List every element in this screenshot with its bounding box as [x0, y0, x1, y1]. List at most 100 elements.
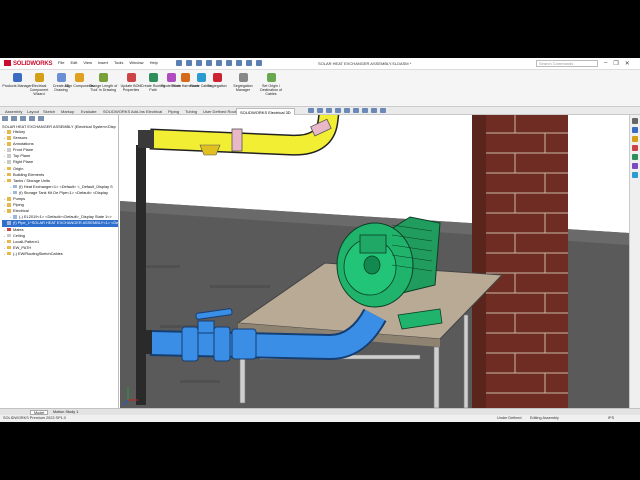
open-icon[interactable] — [196, 60, 202, 66]
select-icon[interactable] — [236, 60, 242, 66]
tab-evaluate[interactable]: Evaluate — [78, 108, 100, 115]
units-selector[interactable]: IPS — [608, 415, 614, 422]
menu-file[interactable]: File — [58, 60, 64, 65]
tab-piping[interactable]: Piping — [165, 108, 182, 115]
electrical-icon[interactable] — [632, 172, 638, 178]
task-pane — [629, 115, 640, 408]
home-icon[interactable] — [176, 60, 182, 66]
tree-item-label: Sensors — [13, 135, 28, 141]
solidworks-logo[interactable]: SOLIDWORKS — [4, 60, 53, 67]
menu-tools[interactable]: Tools — [114, 60, 123, 65]
annotations-icon — [7, 142, 11, 146]
feature-manager-tab-icon[interactable] — [2, 116, 8, 121]
pattern-icon — [7, 239, 11, 244]
origin-icon — [7, 166, 11, 171]
save-icon[interactable] — [206, 60, 212, 66]
tree-item-label: (f) Storage Tank Kit De Pipe<1> <Default… — [19, 189, 108, 195]
quick-access-toolbar — [176, 60, 262, 66]
graphics-area[interactable] — [120, 115, 629, 408]
appearance-icon[interactable] — [371, 108, 377, 113]
ribbon-button-change-length[interactable]: Change Length of 'Tool' in Drawing — [88, 73, 118, 92]
tab-solidworks-add-ins[interactable]: SOLIDWORKS Add-Ins — [100, 108, 148, 115]
definition-status: Under Defined — [497, 416, 522, 420]
display-style-icon[interactable] — [353, 108, 359, 113]
previous-view-icon[interactable] — [326, 108, 332, 113]
tree-item-label: Piping — [13, 202, 24, 208]
command-manager-ribbon: Products Manager Electrical Component Wiz… — [0, 70, 640, 107]
ribbon-button-label: Segregation Manager — [233, 84, 253, 92]
menu-view[interactable]: View — [83, 60, 92, 65]
menu-edit[interactable]: Edit — [70, 60, 77, 65]
mates-icon — [7, 227, 11, 231]
appearances-icon[interactable] — [632, 154, 638, 160]
tab-electrical[interactable]: Electrical — [143, 108, 165, 115]
segregation-manager-icon — [238, 73, 248, 82]
tree-item-label: EW_PATH — [13, 244, 32, 250]
tree-item-label: Building Elements — [13, 171, 45, 177]
tab-tubing[interactable]: Tubing — [182, 108, 200, 115]
zoom-area-icon[interactable] — [317, 108, 323, 113]
hide-show-icon[interactable] — [362, 108, 368, 113]
menu-window[interactable]: Window — [129, 60, 143, 65]
feature-manager-tree: SOLAR HEAT EXCHANGER ASSEMBLY (Electrica… — [0, 115, 119, 408]
scene-icon[interactable] — [380, 108, 386, 113]
tree-item-label: Ceiling — [13, 232, 25, 238]
file-explorer-icon[interactable] — [632, 136, 638, 142]
editing-mode: Editing Assembly — [530, 416, 559, 420]
model-view[interactable] — [120, 115, 629, 408]
rebuild-icon[interactable] — [246, 60, 252, 66]
view-orientation-icon[interactable] — [344, 108, 350, 113]
zoom-fit-icon[interactable] — [308, 108, 314, 113]
window-controls: – ❐ ✕ — [604, 60, 630, 67]
restore-icon[interactable]: ❐ — [613, 60, 618, 67]
ribbon-button-segregation-manager[interactable]: Segregation Manager — [228, 73, 258, 92]
dimxpert-tab-icon[interactable] — [29, 116, 35, 121]
view-palette-icon[interactable] — [632, 145, 638, 151]
tab-assembly[interactable]: Assembly — [2, 108, 25, 115]
ribbon-button-origin-destination[interactable]: Set Origin / Destination of Cables — [256, 73, 286, 96]
undo-icon[interactable] — [226, 60, 232, 66]
configuration-manager-tab-icon[interactable] — [20, 116, 26, 121]
part-icon — [13, 184, 17, 189]
tab-user-defined-route[interactable]: User Defined Route — [200, 108, 241, 115]
solidworks-window: SOLIDWORKS File Edit View Insert Tools Window… — [0, 58, 640, 422]
tree-item-label: History — [13, 129, 26, 134]
close-icon[interactable]: ✕ — [625, 60, 630, 67]
document-title: SOLAR HEAT EXCHANGER ASSEMBLY.SLDASM * — [318, 61, 412, 66]
heads-up-view-toolbar — [308, 108, 386, 113]
menu-help[interactable]: Help — [150, 60, 158, 65]
tree-item-label: Top Plane — [13, 153, 31, 159]
plane-icon — [7, 148, 11, 152]
tab-markup[interactable]: Markup — [58, 108, 77, 115]
section-view-icon[interactable] — [335, 108, 341, 113]
search-commands-input[interactable]: Search Commands — [536, 60, 598, 67]
options-icon[interactable] — [256, 60, 262, 66]
electrical-component-wizard-icon — [34, 73, 44, 82]
design-library-icon[interactable] — [632, 127, 638, 133]
part-icon — [7, 221, 11, 225]
vertical-pipe[interactable] — [136, 145, 146, 405]
display-manager-tab-icon[interactable] — [38, 116, 44, 121]
tree-item-label: Annotations — [13, 141, 34, 147]
update-bom-icon — [126, 73, 136, 82]
tree-item[interactable]: › (-) EW/RoutingSketchCables — [2, 251, 118, 257]
print-icon[interactable] — [216, 60, 222, 66]
custom-properties-icon[interactable] — [632, 163, 638, 169]
tree-item-label: (-) EL2019<1> <Default><Default>_Display… — [19, 214, 112, 220]
segregation-icon — [212, 73, 222, 82]
property-manager-tab-icon[interactable] — [11, 116, 17, 121]
yellow-pipe[interactable] — [138, 115, 340, 156]
origin-destination-icon — [266, 73, 276, 82]
panel-tabs — [2, 116, 44, 121]
ribbon-button-label: Segregation — [207, 84, 227, 88]
solidworks-resources-icon[interactable] — [632, 118, 638, 124]
plane-icon — [7, 233, 11, 238]
plane-icon — [7, 160, 11, 164]
new-icon[interactable] — [186, 60, 192, 66]
tab-solidworks-electrical-3d[interactable]: SOLIDWORKS Electrical 3D — [236, 108, 295, 115]
part-icon — [13, 215, 17, 219]
menu-insert[interactable]: Insert — [98, 60, 108, 65]
sensors-icon — [7, 136, 11, 140]
minimize-icon[interactable]: – — [604, 60, 607, 67]
tab-sketch[interactable]: Sketch — [40, 108, 58, 115]
